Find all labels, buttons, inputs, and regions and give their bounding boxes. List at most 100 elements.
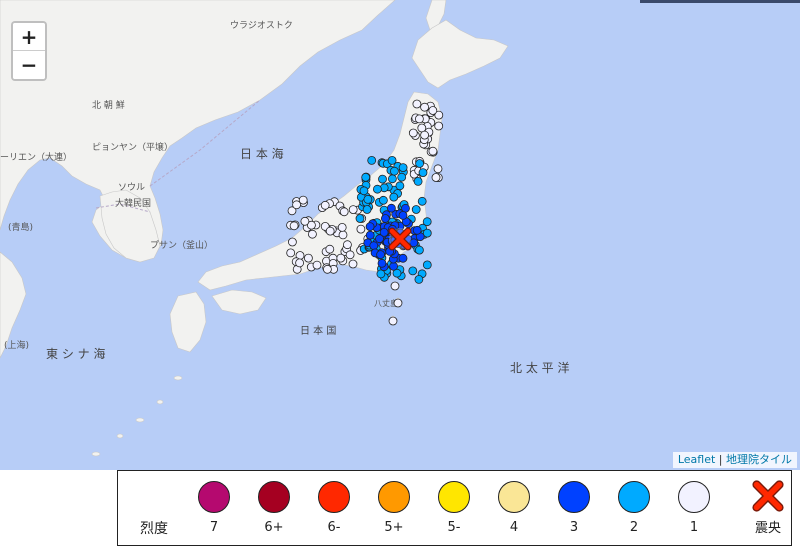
legend-swatch bbox=[438, 481, 470, 513]
station-marker[interactable] bbox=[412, 99, 422, 109]
station-marker[interactable] bbox=[417, 196, 427, 206]
station-marker[interactable] bbox=[289, 221, 299, 231]
station-marker[interactable] bbox=[307, 229, 317, 239]
station-marker[interactable] bbox=[393, 298, 403, 308]
label-shanghai: (上海) bbox=[4, 339, 29, 351]
station-marker[interactable] bbox=[398, 253, 408, 263]
station-marker[interactable] bbox=[377, 258, 387, 268]
zoom-control: + − bbox=[11, 21, 47, 81]
station-marker[interactable] bbox=[411, 205, 421, 214]
legend-label: 6+ bbox=[264, 520, 284, 535]
legend-label: 2 bbox=[629, 520, 639, 535]
legend-item-2: 6- bbox=[304, 479, 364, 541]
station-marker[interactable] bbox=[428, 146, 438, 156]
station-marker[interactable] bbox=[286, 248, 296, 258]
station-marker[interactable] bbox=[303, 253, 313, 263]
station-marker[interactable] bbox=[336, 253, 346, 263]
station-marker[interactable] bbox=[389, 192, 399, 202]
station-marker[interactable] bbox=[418, 168, 428, 178]
station-marker[interactable] bbox=[339, 207, 349, 217]
station-marker[interactable] bbox=[414, 245, 424, 255]
station-marker[interactable] bbox=[398, 210, 408, 220]
tiles-link[interactable]: 地理院タイル bbox=[726, 453, 792, 466]
station-marker[interactable] bbox=[369, 241, 379, 251]
station-marker[interactable] bbox=[363, 194, 373, 204]
station-marker[interactable] bbox=[287, 237, 297, 247]
legend-label: 3 bbox=[569, 520, 579, 535]
attribution-separator: | bbox=[718, 453, 723, 466]
label-north-korea: 北 朝 鮮 bbox=[92, 99, 125, 111]
epicenter-x-icon[interactable] bbox=[388, 227, 412, 251]
legend-item-5: 4 bbox=[484, 479, 544, 541]
station-marker[interactable] bbox=[375, 234, 384, 244]
station-marker[interactable] bbox=[431, 173, 441, 182]
zoom-in-button[interactable]: + bbox=[13, 23, 45, 51]
station-marker[interactable] bbox=[408, 266, 418, 276]
station-marker[interactable] bbox=[389, 166, 399, 176]
station-marker[interactable] bbox=[414, 114, 424, 124]
ryukyu-islands bbox=[91, 375, 183, 457]
station-marker[interactable] bbox=[428, 106, 438, 115]
leaflet-link[interactable]: Leaflet bbox=[678, 453, 715, 466]
station-marker[interactable] bbox=[362, 205, 372, 214]
station-marker[interactable] bbox=[408, 128, 418, 138]
station-marker[interactable] bbox=[413, 176, 423, 186]
station-marker[interactable] bbox=[420, 130, 430, 140]
station-marker[interactable] bbox=[390, 281, 400, 291]
label-japan-sea: 日 本 海 bbox=[240, 146, 284, 161]
station-marker[interactable] bbox=[365, 230, 375, 240]
station-marker[interactable] bbox=[387, 155, 397, 165]
station-marker[interactable] bbox=[434, 121, 444, 131]
station-marker[interactable] bbox=[380, 214, 390, 223]
station-marker[interactable] bbox=[337, 222, 347, 232]
station-marker[interactable] bbox=[292, 200, 302, 210]
station-marker[interactable] bbox=[361, 172, 371, 182]
station-marker[interactable] bbox=[378, 174, 387, 184]
label-liaoning: ーリエン（大連） bbox=[0, 151, 72, 163]
station-marker[interactable] bbox=[420, 102, 430, 112]
station-marker[interactable] bbox=[415, 159, 425, 168]
station-marker[interactable] bbox=[389, 261, 399, 271]
station-marker[interactable] bbox=[414, 274, 424, 284]
station-marker[interactable] bbox=[395, 181, 405, 191]
station-marker[interactable] bbox=[376, 269, 386, 279]
station-marker[interactable] bbox=[378, 195, 388, 205]
station-marker[interactable] bbox=[295, 258, 305, 268]
station-marker[interactable] bbox=[322, 264, 332, 274]
station-marker[interactable] bbox=[365, 222, 375, 232]
station-marker[interactable] bbox=[320, 200, 330, 210]
intensity-legend: 烈度 7 6+ 6- 5+ 5- 4 3 2 1 震央 bbox=[117, 470, 792, 546]
station-marker[interactable] bbox=[345, 250, 355, 260]
station-marker[interactable] bbox=[422, 260, 432, 270]
station-marker[interactable] bbox=[367, 155, 377, 165]
station-marker[interactable] bbox=[412, 225, 422, 235]
legend-label: 7 bbox=[209, 520, 219, 535]
station-marker[interactable] bbox=[356, 224, 366, 234]
station-marker[interactable] bbox=[348, 259, 358, 269]
legend-item-4: 5- bbox=[424, 479, 484, 541]
station-marker[interactable] bbox=[348, 205, 358, 215]
legend-label: 5+ bbox=[384, 520, 404, 535]
map[interactable]: ウラジオストク 北 朝 鮮 ピョンヤン（平壌） ーリエン（大連） ソウル 大韓民… bbox=[0, 0, 800, 470]
zoom-out-button[interactable]: − bbox=[13, 51, 45, 79]
station-marker[interactable] bbox=[372, 184, 382, 194]
station-marker[interactable] bbox=[433, 164, 443, 174]
legend-swatch bbox=[378, 481, 410, 513]
station-marker[interactable] bbox=[342, 240, 352, 250]
legend-item-epicenter: 震央 bbox=[738, 479, 798, 541]
station-marker[interactable] bbox=[359, 186, 369, 196]
station-marker[interactable] bbox=[398, 163, 408, 173]
legend-swatch bbox=[318, 481, 350, 513]
station-marker[interactable] bbox=[325, 226, 335, 236]
station-marker[interactable] bbox=[300, 216, 310, 226]
station-marker[interactable] bbox=[355, 214, 365, 223]
label-japan-country: 日 本 国 bbox=[300, 324, 336, 337]
station-marker[interactable] bbox=[338, 230, 348, 240]
station-marker[interactable] bbox=[376, 250, 386, 260]
station-marker[interactable] bbox=[397, 172, 407, 182]
station-marker[interactable] bbox=[388, 316, 398, 326]
station-marker[interactable] bbox=[387, 174, 397, 184]
legend-swatch bbox=[498, 481, 530, 513]
station-marker[interactable] bbox=[312, 260, 322, 270]
station-marker[interactable] bbox=[325, 244, 335, 254]
